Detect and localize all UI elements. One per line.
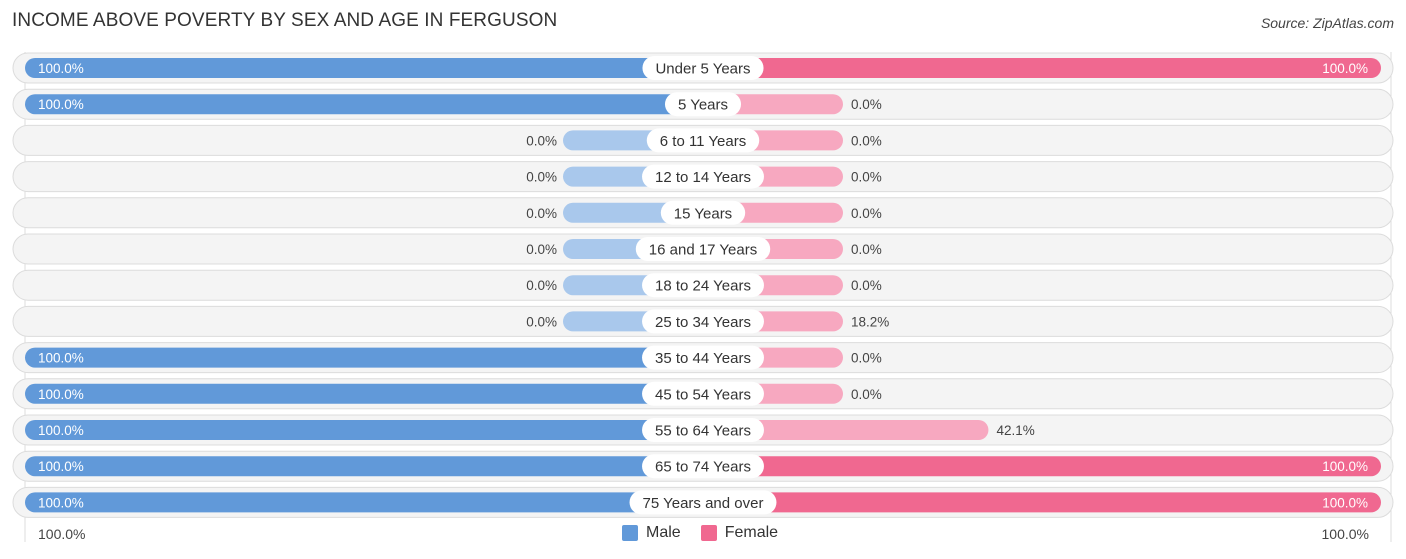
value-label-female: 100.0% — [1322, 61, 1368, 76]
legend-label-female: Female — [724, 524, 779, 541]
bar-male — [25, 58, 703, 78]
value-label-male: 100.0% — [38, 351, 84, 366]
bar-row: 100.0% 0.0% 5 Years — [12, 88, 1394, 120]
category-label: 65 to 74 Years — [655, 459, 751, 476]
chart-area: 100.0% 100.0% Under 5 Years 100.0% 0.0% 5 Yea… — [12, 52, 1394, 542]
bar-row: 0.0% 0.0% 6 to 11 Years — [12, 124, 1394, 156]
bar-row: 100.0% 42.1% 55 to 64 Years — [12, 414, 1394, 446]
bar-male — [25, 456, 703, 477]
category-label: 16 and 17 Years — [649, 242, 757, 259]
bar-male — [25, 347, 703, 368]
bar-female — [703, 492, 1381, 513]
legend: Male Female — [622, 524, 778, 542]
value-label-female: 100.0% — [1322, 495, 1368, 510]
value-label-male: 100.0% — [38, 423, 84, 438]
category-label: Under 5 Years — [655, 61, 750, 78]
legend-swatch-female — [700, 525, 717, 541]
bar-row: 0.0% 0.0% 18 to 24 Years — [12, 269, 1394, 301]
value-label-female: 0.0% — [851, 170, 882, 185]
bar-male — [25, 383, 703, 404]
value-label-female: 100.0% — [1322, 459, 1368, 474]
legend-item-female[interactable]: Female — [700, 524, 779, 542]
category-label: 6 to 11 Years — [660, 133, 746, 150]
value-label-male: 0.0% — [526, 242, 557, 257]
value-label-female: 0.0% — [851, 351, 882, 366]
bar-row: 0.0% 0.0% 12 to 14 Years — [12, 161, 1394, 193]
value-label-male: 100.0% — [38, 459, 84, 474]
value-label-female: 42.1% — [996, 423, 1034, 438]
value-label-male: 100.0% — [38, 387, 84, 402]
value-label-male: 0.0% — [526, 314, 557, 329]
value-label-male: 0.0% — [526, 133, 557, 148]
legend-swatch-male — [622, 525, 638, 541]
category-label: 55 to 64 Years — [655, 423, 751, 440]
category-label: 35 to 44 Years — [655, 350, 751, 367]
value-label-female: 0.0% — [851, 242, 882, 257]
bar-row: 100.0% 0.0% 45 to 54 Years — [12, 378, 1394, 410]
value-label-female: 0.0% — [851, 133, 882, 148]
bar-male — [25, 420, 703, 440]
legend-label-male: Male — [646, 524, 681, 541]
bar-row: 100.0% 100.0% 75 Years and over — [12, 486, 1394, 518]
category-label: 75 Years and over — [643, 495, 764, 512]
value-label-female: 0.0% — [851, 206, 882, 221]
bar-female — [703, 456, 1381, 477]
bar-row: 0.0% 0.0% 16 and 17 Years — [12, 233, 1394, 265]
category-label: 18 to 24 Years — [655, 278, 751, 295]
bar-row: 100.0% 0.0% 35 to 44 Years — [12, 342, 1394, 374]
value-label-male: 0.0% — [526, 278, 557, 293]
value-label-female: 0.0% — [851, 278, 882, 293]
bar-row: 100.0% 100.0% Under 5 Years — [12, 52, 1394, 84]
value-label-female: 0.0% — [851, 97, 882, 112]
bar-row: 0.0% 0.0% 15 Years — [12, 197, 1394, 229]
value-label-female: 0.0% — [851, 387, 882, 402]
axis-label-right: 100.0% — [1321, 526, 1369, 542]
legend-item-male[interactable]: Male — [622, 524, 681, 542]
category-label: 25 to 34 Years — [655, 314, 751, 331]
bar-female — [703, 58, 1381, 78]
category-label: 12 to 14 Years — [655, 169, 751, 186]
bar-male — [25, 492, 703, 513]
value-label-male: 100.0% — [38, 495, 84, 510]
axis-label-left: 100.0% — [38, 526, 86, 542]
value-label-male: 100.0% — [38, 97, 84, 112]
bar-row: 0.0% 18.2% 25 to 34 Years — [12, 305, 1394, 337]
value-label-female: 18.2% — [851, 314, 889, 329]
category-label: 15 Years — [674, 205, 732, 222]
value-label-male: 100.0% — [38, 61, 84, 76]
category-label: 45 to 54 Years — [655, 386, 751, 403]
bar-row: 100.0% 100.0% 65 to 74 Years — [12, 450, 1394, 482]
value-label-male: 0.0% — [526, 206, 557, 221]
value-label-male: 0.0% — [526, 170, 557, 185]
bar-male — [25, 94, 703, 115]
category-label: 5 Years — [678, 97, 728, 114]
